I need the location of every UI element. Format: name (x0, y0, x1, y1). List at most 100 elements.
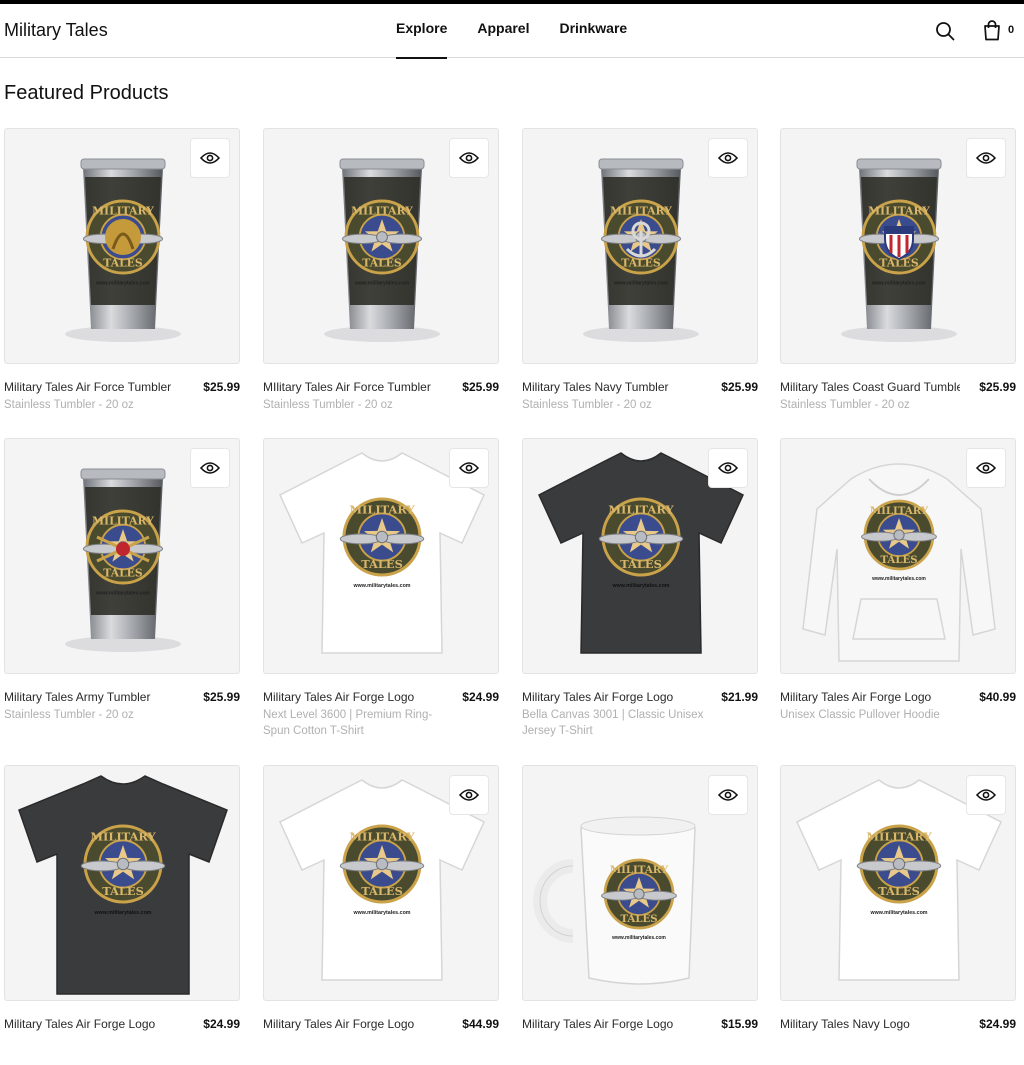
product-card[interactable]: MILITARY TALES www.militarytales.com Milita… (263, 438, 499, 738)
product-card[interactable]: MILITARY TALES www.militarytales.com Milita… (522, 128, 758, 428)
product-description: Stainless Tumbler - 20 oz (4, 399, 134, 411)
product-price: $25.99 (203, 690, 240, 704)
nav-apparel[interactable]: Apparel (477, 4, 529, 58)
eye-icon (718, 462, 738, 474)
product-card[interactable]: MILITARY TALES www.militarytales.com Milita… (4, 128, 240, 428)
product-name[interactable]: Military Tales Navy Logo (780, 1017, 960, 1031)
product-description: Stainless Tumbler - 20 oz (522, 399, 652, 411)
product-card[interactable]: MILITARY TALES www.militarytales.com MIlita… (263, 128, 499, 428)
product-price: $25.99 (203, 380, 240, 394)
product-price: $24.99 (462, 690, 499, 704)
quick-view-button[interactable] (449, 448, 489, 488)
product-description: Stainless Tumbler - 20 oz (780, 399, 910, 411)
product-name[interactable]: Military Tales Air Force Tumbler (4, 380, 184, 394)
eye-icon (718, 152, 738, 164)
svg-text:www.militarytales.com: www.militarytales.com (95, 281, 151, 287)
product-name[interactable]: Military Tales Air Forge Logo (780, 690, 960, 704)
svg-text:www.militarytales.com: www.militarytales.com (871, 576, 926, 582)
product-image[interactable]: MILITARY TALES www.militarytales.com (780, 438, 1016, 674)
svg-text:TALES: TALES (103, 567, 143, 580)
svg-text:TALES: TALES (361, 557, 403, 571)
product-name[interactable]: Military Tales Air Forge Logo (263, 1017, 443, 1031)
product-name[interactable]: Military Tales Navy Tumbler (522, 380, 702, 394)
svg-text:www.militarytales.com: www.militarytales.com (611, 935, 666, 941)
product-image[interactable]: MILITARY TALES www.militarytales.com (522, 128, 758, 364)
quick-view-button[interactable] (190, 138, 230, 178)
eye-icon (976, 462, 996, 474)
product-image[interactable]: MILITARY TALES www.militarytales.com (4, 765, 240, 1001)
product-card[interactable]: MILITARY TALES www.militarytales.com Milita… (4, 765, 240, 1065)
product-image[interactable]: MILITARY TALES www.militarytales.com (780, 128, 1016, 364)
product-card[interactable]: MILITARY TALES www.militarytales.com Milita… (780, 438, 1016, 738)
svg-text:www.militarytales.com: www.militarytales.com (354, 281, 410, 287)
product-name[interactable]: Military Tales Air Forge Logo (263, 690, 443, 704)
quick-view-button[interactable] (449, 775, 489, 815)
svg-text:www.militarytales.com: www.militarytales.com (93, 910, 151, 916)
product-card[interactable]: MILITARY TALES www.militarytales.com Milita… (263, 765, 499, 1065)
product-name[interactable]: Military Tales Air Forge Logo (4, 1017, 184, 1031)
site-header: Military Tales Explore Apparel Drinkware… (0, 4, 1024, 59)
product-price: $40.99 (979, 690, 1016, 704)
search-icon[interactable] (935, 21, 955, 41)
product-card[interactable]: MILITARY TALES www.militarytales.com Milita… (780, 765, 1016, 1065)
product-name[interactable]: Military Tales Air Forge Logo (522, 690, 702, 704)
product-description: Next Level 3600 | Premium Ring-Spun Cott… (263, 709, 433, 737)
product-name[interactable]: Military Tales Air Forge Logo (522, 1017, 702, 1031)
product-price: $24.99 (203, 1017, 240, 1031)
product-card[interactable]: MILITARY TALES www.militarytales.com Milita… (522, 438, 758, 738)
eye-icon (200, 152, 220, 164)
eye-icon (459, 152, 479, 164)
quick-view-button[interactable] (449, 138, 489, 178)
product-price: $15.99 (721, 1017, 758, 1031)
product-image[interactable]: MILITARY TALES www.militarytales.com (522, 765, 758, 1001)
product-name[interactable]: MIlitary Tales Air Force Tumbler (263, 380, 443, 394)
svg-text:TALES: TALES (103, 257, 143, 270)
product-image[interactable]: MILITARY TALES www.militarytales.com (4, 128, 240, 364)
product-card[interactable]: MILITARY TALES www.militarytales.com Milita… (780, 128, 1016, 428)
product-description: Unisex Classic Pullover Hoodie (780, 709, 940, 721)
svg-text:MILITARY: MILITARY (351, 205, 413, 218)
product-price: $25.99 (462, 380, 499, 394)
product-image[interactable]: MILITARY TALES www.militarytales.com (780, 765, 1016, 1001)
product-description: Stainless Tumbler - 20 oz (4, 709, 134, 721)
nav-explore[interactable]: Explore (396, 4, 448, 59)
svg-text:TALES: TALES (621, 257, 661, 270)
svg-text:TALES: TALES (620, 913, 657, 925)
svg-text:MILITARY: MILITARY (92, 515, 154, 528)
quick-view-button[interactable] (708, 448, 748, 488)
svg-text:TALES: TALES (362, 257, 402, 270)
product-description: Bella Canvas 3001 | Classic Unisex Jerse… (522, 709, 704, 737)
quick-view-button[interactable] (966, 448, 1006, 488)
product-name[interactable]: Military Tales Coast Guard Tumbler (780, 380, 960, 394)
eye-icon (459, 462, 479, 474)
svg-text:MILITARY: MILITARY (870, 505, 929, 517)
svg-text:MILITARY: MILITARY (610, 205, 672, 218)
product-price: $25.99 (721, 380, 758, 394)
quick-view-button[interactable] (708, 138, 748, 178)
nav-drinkware[interactable]: Drinkware (559, 4, 627, 58)
product-image[interactable]: MILITARY TALES www.militarytales.com (263, 128, 499, 364)
quick-view-button[interactable] (966, 138, 1006, 178)
svg-text:www.militarytales.com: www.militarytales.com (352, 910, 410, 916)
svg-text:MILITARY: MILITARY (92, 205, 154, 218)
quick-view-button[interactable] (708, 775, 748, 815)
svg-text:TALES: TALES (880, 554, 917, 566)
product-image[interactable]: MILITARY TALES www.militarytales.com (263, 438, 499, 674)
product-price: $21.99 (721, 690, 758, 704)
product-name[interactable]: Military Tales Army Tumbler (4, 690, 184, 704)
quick-view-button[interactable] (966, 775, 1006, 815)
product-card[interactable]: MILITARY TALES www.militarytales.com Milita… (4, 438, 240, 738)
shopping-bag-icon[interactable] (983, 20, 1001, 41)
main-nav: Explore Apparel Drinkware (396, 4, 657, 59)
brand-logo-text[interactable]: Military Tales (4, 20, 108, 41)
quick-view-button[interactable] (190, 448, 230, 488)
svg-text:www.militarytales.com: www.militarytales.com (352, 583, 410, 589)
svg-text:www.militarytales.com: www.militarytales.com (871, 281, 927, 287)
product-image[interactable]: MILITARY TALES www.militarytales.com (263, 765, 499, 1001)
product-image[interactable]: MILITARY TALES www.militarytales.com (4, 438, 240, 674)
svg-text:TALES: TALES (361, 884, 403, 898)
svg-text:www.militarytales.com: www.militarytales.com (869, 910, 927, 916)
product-image[interactable]: MILITARY TALES www.militarytales.com (522, 438, 758, 674)
product-card[interactable]: MILITARY TALES www.militarytales.com Milita… (522, 765, 758, 1065)
eye-icon (718, 789, 738, 801)
